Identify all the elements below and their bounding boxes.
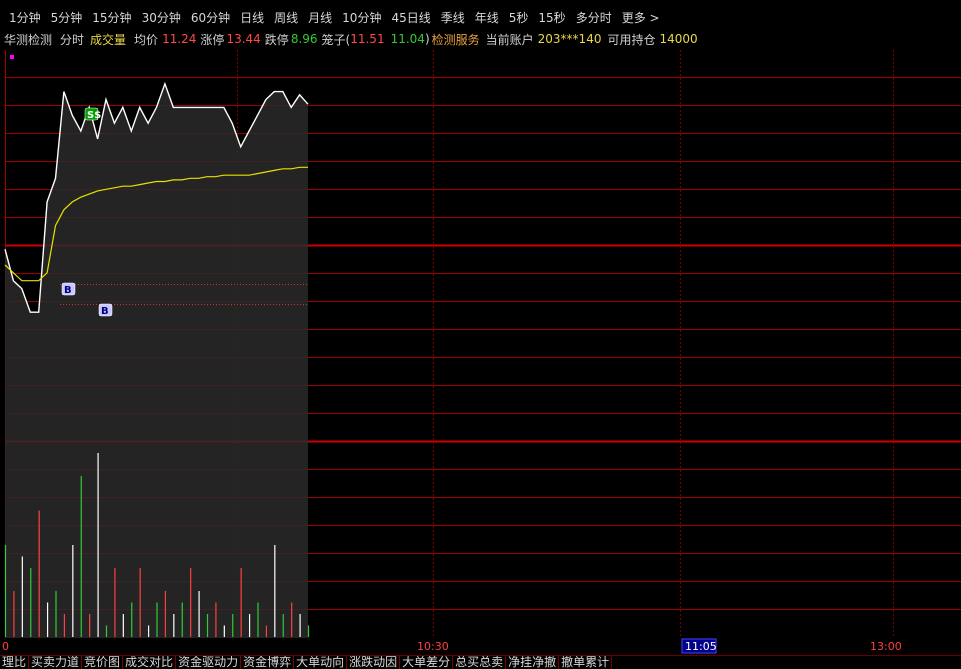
indicator-name[interactable]: 华测检测 [4, 31, 52, 48]
time-axis: 0 10:30 11:05 13:00 [2, 638, 902, 654]
intraday-chart[interactable]: B B S$ [0, 50, 961, 638]
period-tab[interactable]: 多分时 [571, 9, 617, 26]
sell-marker: S$ [87, 110, 101, 121]
avg-label: 均价 [134, 32, 159, 47]
time-label-start: 0 [2, 640, 9, 653]
indicator-tab[interactable]: 撤单累计 [559, 656, 613, 669]
period-tab[interactable]: 周线 [269, 9, 303, 26]
indicator-tab[interactable]: 大单动向 [294, 656, 348, 669]
period-tab[interactable]: 季线 [436, 9, 470, 26]
period-tab[interactable]: 15秒 [533, 9, 570, 26]
indicator-tab[interactable]: 净挂净撤 [506, 656, 560, 669]
cage-label: 笼子( [321, 32, 351, 47]
bottom-tab-bar: 理比 买卖力道 竞价图 成交对比 资金驱动力 资金博弈 大单动向 涨跌动因 大单差分 总买总卖 净挂… [0, 655, 961, 669]
cage-high: 11.04 [390, 32, 425, 46]
indicator-tab[interactable]: 资金驱动力 [176, 656, 242, 669]
period-bar: 1分钟 5分钟 15分钟 30分钟 60分钟 日线 周线 月线 10分钟 45日线 季线 年线 5秒 15… [0, 6, 961, 28]
period-tab[interactable]: 45日线 [386, 9, 435, 26]
time-label-1105: 11:05 [685, 640, 717, 653]
period-tab[interactable]: 日线 [235, 9, 269, 26]
mode-label[interactable]: 分时 [60, 31, 84, 48]
period-tab[interactable]: 更多 > [617, 9, 665, 26]
avg-value: 11.24 [162, 32, 197, 46]
time-label-1300: 13:00 [870, 640, 902, 653]
period-tab[interactable]: 年线 [470, 9, 504, 26]
cage-close: ) [424, 32, 430, 46]
service-label[interactable]: 检测服务 [432, 31, 480, 48]
indicator-tab[interactable]: 竞价图 [82, 656, 124, 669]
price-area [5, 83, 308, 638]
limit-up-value: 13.44 [226, 32, 261, 46]
period-tab[interactable]: 月线 [303, 9, 337, 26]
indicator-tab[interactable]: 成交对比 [123, 656, 177, 669]
period-tab[interactable]: 60分钟 [186, 9, 235, 26]
period-tab[interactable]: 10分钟 [337, 9, 386, 26]
limit-up-label: 涨停 [200, 32, 225, 47]
time-label-1030: 10:30 [417, 640, 449, 653]
info-bar: 华测检测 分时 成交量 均价 11.24 涨停 13.44 跌停 8.96 笼子… [0, 29, 961, 49]
buy-marker: B [64, 285, 72, 296]
indicator-tab[interactable]: 资金博弈 [241, 656, 295, 669]
indicator-tab[interactable]: 总买总卖 [453, 656, 507, 669]
period-tab[interactable]: 5秒 [504, 9, 534, 26]
volume-label[interactable]: 成交量 [90, 31, 126, 48]
period-tab[interactable]: 30分钟 [137, 9, 186, 26]
account-label: 当前账户 [485, 32, 534, 47]
cage-low: 11.51 [350, 32, 385, 46]
indicator-tab[interactable]: 理比 [0, 656, 30, 669]
position-label: 可用持仓 [607, 32, 656, 47]
period-tab[interactable]: 5分钟 [46, 9, 88, 26]
indicator-tab[interactable]: 涨跌动因 [347, 656, 401, 669]
limit-down-label: 跌停 [264, 32, 289, 47]
indicator-tab[interactable]: 买卖力道 [29, 656, 83, 669]
indicator-tab[interactable]: 大单差分 [400, 656, 454, 669]
corner-marker [10, 55, 14, 59]
buy-marker: B [101, 306, 109, 317]
period-tab[interactable]: 1分钟 [4, 9, 46, 26]
account-value: 203***140 [537, 32, 602, 46]
limit-down-value: 8.96 [290, 32, 318, 46]
period-tab[interactable]: 15分钟 [87, 9, 136, 26]
position-value: 14000 [659, 32, 698, 46]
